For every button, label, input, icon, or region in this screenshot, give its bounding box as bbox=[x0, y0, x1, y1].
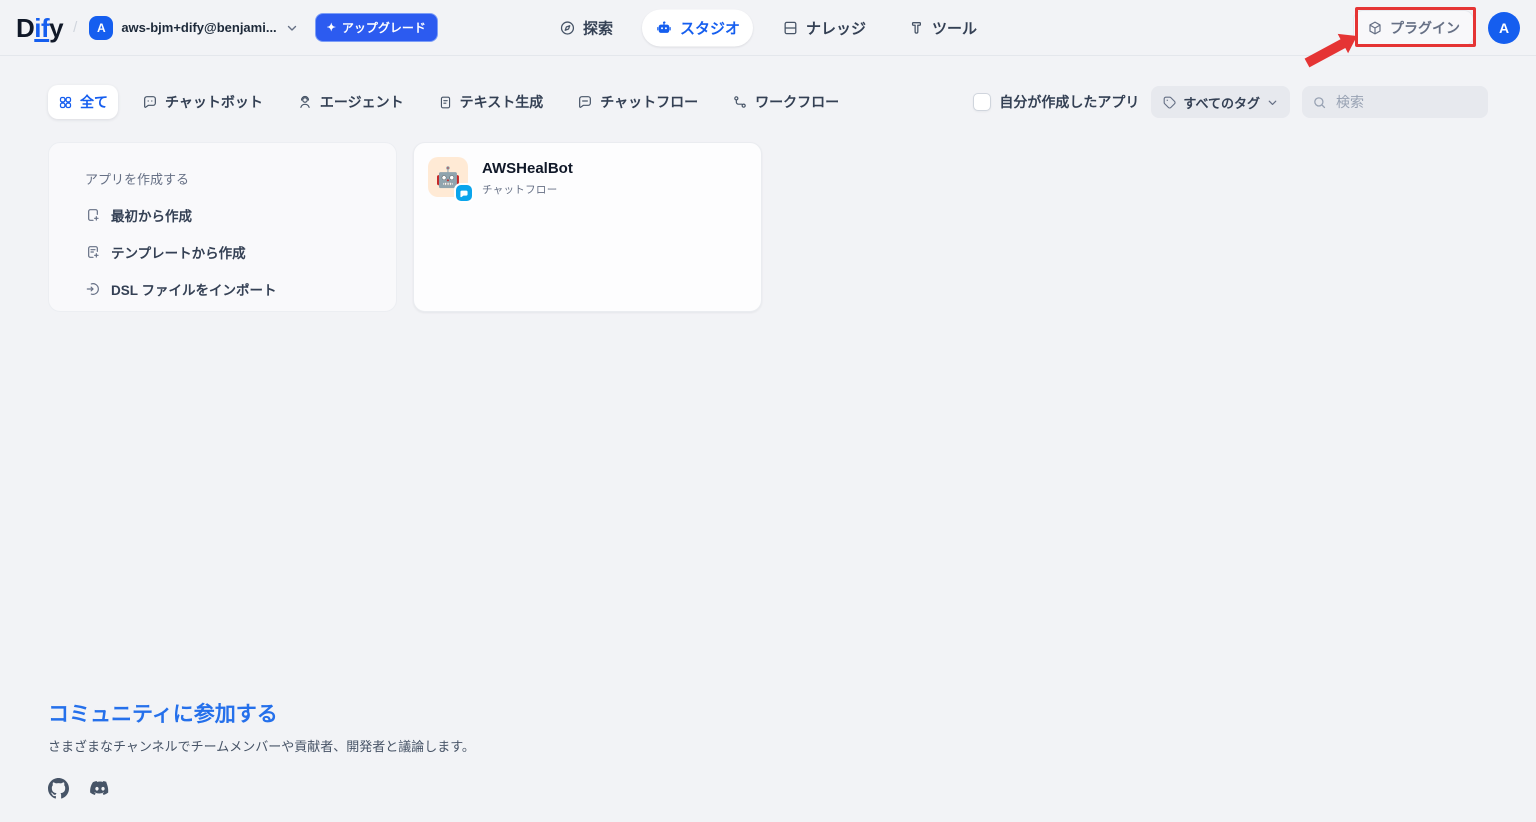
chevron-down-icon bbox=[285, 21, 299, 35]
my-apps-label: 自分が作成したアプリ bbox=[999, 92, 1139, 112]
nav-item-knowledge[interactable]: ナレッジ bbox=[769, 9, 879, 46]
search-icon bbox=[1312, 95, 1327, 110]
app-cards: アプリを作成する 最初から作成 テンプレートから作成 bbox=[48, 142, 1488, 312]
create-app-card: アプリを作成する 最初から作成 テンプレートから作成 bbox=[48, 142, 397, 312]
discord-icon[interactable] bbox=[89, 777, 111, 799]
grid-icon bbox=[58, 95, 73, 110]
tag-icon bbox=[1162, 95, 1177, 110]
user-avatar[interactable]: A bbox=[1488, 12, 1520, 44]
plugins-button[interactable]: プラグイン bbox=[1353, 10, 1474, 46]
dify-logo[interactable]: Dify bbox=[16, 15, 63, 41]
app-type-tabs: 全て チャットボット エージェント bbox=[48, 85, 849, 119]
robot-icon bbox=[655, 19, 673, 37]
community-subtitle: さまざまなチャンネルでチームメンバーや貢献者、開発者と議論します。 bbox=[48, 736, 475, 755]
tab-chatflow[interactable]: チャットフロー bbox=[567, 85, 708, 119]
create-from-blank-button[interactable]: 最初から作成 bbox=[85, 205, 376, 225]
right-filters: 自分が作成したアプリ すべてのタグ bbox=[973, 86, 1488, 118]
app-card-awshealbot[interactable]: 🤖 AWSHealBot チャットフロー bbox=[413, 142, 762, 312]
logo-letter: y bbox=[49, 13, 63, 43]
create-item-label: テンプレートから作成 bbox=[111, 242, 246, 262]
nav-label: 探索 bbox=[583, 17, 613, 38]
tag-filter-label: すべてのタグ bbox=[1183, 93, 1260, 112]
create-from-template-button[interactable]: テンプレートから作成 bbox=[85, 242, 376, 262]
tab-text-generation[interactable]: テキスト生成 bbox=[428, 85, 554, 119]
github-icon[interactable] bbox=[48, 778, 69, 799]
community-links bbox=[48, 777, 475, 799]
tab-label: エージェント bbox=[320, 92, 404, 112]
book-icon bbox=[782, 19, 799, 36]
tab-label: 全て bbox=[80, 92, 108, 112]
nav-item-explore[interactable]: 探索 bbox=[546, 9, 626, 46]
app-type-label: チャットフロー bbox=[482, 182, 573, 197]
my-apps-filter: 自分が作成したアプリ bbox=[973, 92, 1139, 112]
tab-all[interactable]: 全て bbox=[48, 85, 118, 119]
chatflow-badge-icon bbox=[454, 183, 474, 203]
app-meta: AWSHealBot チャットフロー bbox=[482, 157, 573, 197]
chevron-down-icon bbox=[1266, 96, 1279, 109]
create-app-title: アプリを作成する bbox=[85, 169, 376, 188]
tab-workflow[interactable]: ワークフロー bbox=[722, 85, 849, 119]
community-title: コミュニティに参加する bbox=[48, 702, 475, 727]
tab-label: ワークフロー bbox=[755, 92, 839, 112]
community-section: コミュニティに参加する さまざまなチャンネルでチームメンバーや貢献者、開発者と議… bbox=[48, 702, 475, 799]
header: Dify / A aws-bjm+dify@benjami... ✦ アップグレ… bbox=[0, 0, 1536, 56]
document-icon bbox=[438, 95, 453, 110]
hammer-tool-icon bbox=[908, 19, 925, 36]
dify-studio-page: Dify / A aws-bjm+dify@benjami... ✦ アップグレ… bbox=[0, 0, 1536, 822]
tab-chatbot[interactable]: チャットボット bbox=[132, 85, 273, 119]
main-nav: 探索 スタジオ ナレッジ ツール bbox=[546, 9, 990, 46]
logo-letters-if: if bbox=[34, 13, 49, 43]
breadcrumb-separator: / bbox=[73, 19, 77, 36]
studio-main: 全て チャットボット エージェント bbox=[0, 56, 1536, 312]
tab-label: チャットボット bbox=[165, 92, 263, 112]
plugins-label: プラグイン bbox=[1390, 18, 1460, 38]
upgrade-button[interactable]: ✦ アップグレード bbox=[315, 13, 438, 42]
search-box bbox=[1302, 86, 1488, 118]
tab-label: テキスト生成 bbox=[460, 92, 544, 112]
agent-icon bbox=[297, 94, 313, 110]
nav-label: スタジオ bbox=[680, 17, 740, 38]
import-arrow-icon bbox=[85, 281, 101, 297]
app-name: AWSHealBot bbox=[482, 160, 573, 177]
app-icon: 🤖 bbox=[428, 157, 468, 197]
nav-label: ツール bbox=[932, 17, 977, 38]
logo-letter: D bbox=[16, 13, 34, 43]
import-dsl-button[interactable]: DSL ファイルをインポート bbox=[85, 279, 376, 299]
create-item-label: 最初から作成 bbox=[111, 205, 192, 225]
nav-item-studio[interactable]: スタジオ bbox=[642, 9, 753, 46]
template-plus-icon bbox=[85, 244, 101, 260]
workspace-selector[interactable]: A aws-bjm+dify@benjami... bbox=[87, 12, 300, 44]
workspace-avatar: A bbox=[89, 16, 113, 40]
search-input[interactable] bbox=[1334, 93, 1478, 111]
workspace-name: aws-bjm+dify@benjami... bbox=[121, 20, 276, 35]
sparkle-icon: ✦ bbox=[327, 21, 336, 34]
chat-bubble-icon bbox=[142, 94, 158, 110]
my-apps-checkbox[interactable] bbox=[973, 93, 991, 111]
package-box-icon bbox=[1367, 20, 1383, 36]
nav-item-tools[interactable]: ツール bbox=[895, 9, 990, 46]
create-item-label: DSL ファイルをインポート bbox=[111, 279, 277, 299]
nav-label: ナレッジ bbox=[806, 17, 866, 38]
workflow-nodes-icon bbox=[732, 94, 748, 110]
filter-row: 全て チャットボット エージェント bbox=[48, 84, 1488, 120]
upgrade-label: アップグレード bbox=[342, 19, 426, 36]
file-plus-icon bbox=[85, 207, 101, 223]
tab-agent[interactable]: エージェント bbox=[287, 85, 414, 119]
tab-label: チャットフロー bbox=[600, 92, 698, 112]
explore-compass-icon bbox=[559, 19, 576, 36]
tag-filter-dropdown[interactable]: すべてのタグ bbox=[1151, 86, 1290, 118]
chatflow-bubble-icon bbox=[577, 94, 593, 110]
